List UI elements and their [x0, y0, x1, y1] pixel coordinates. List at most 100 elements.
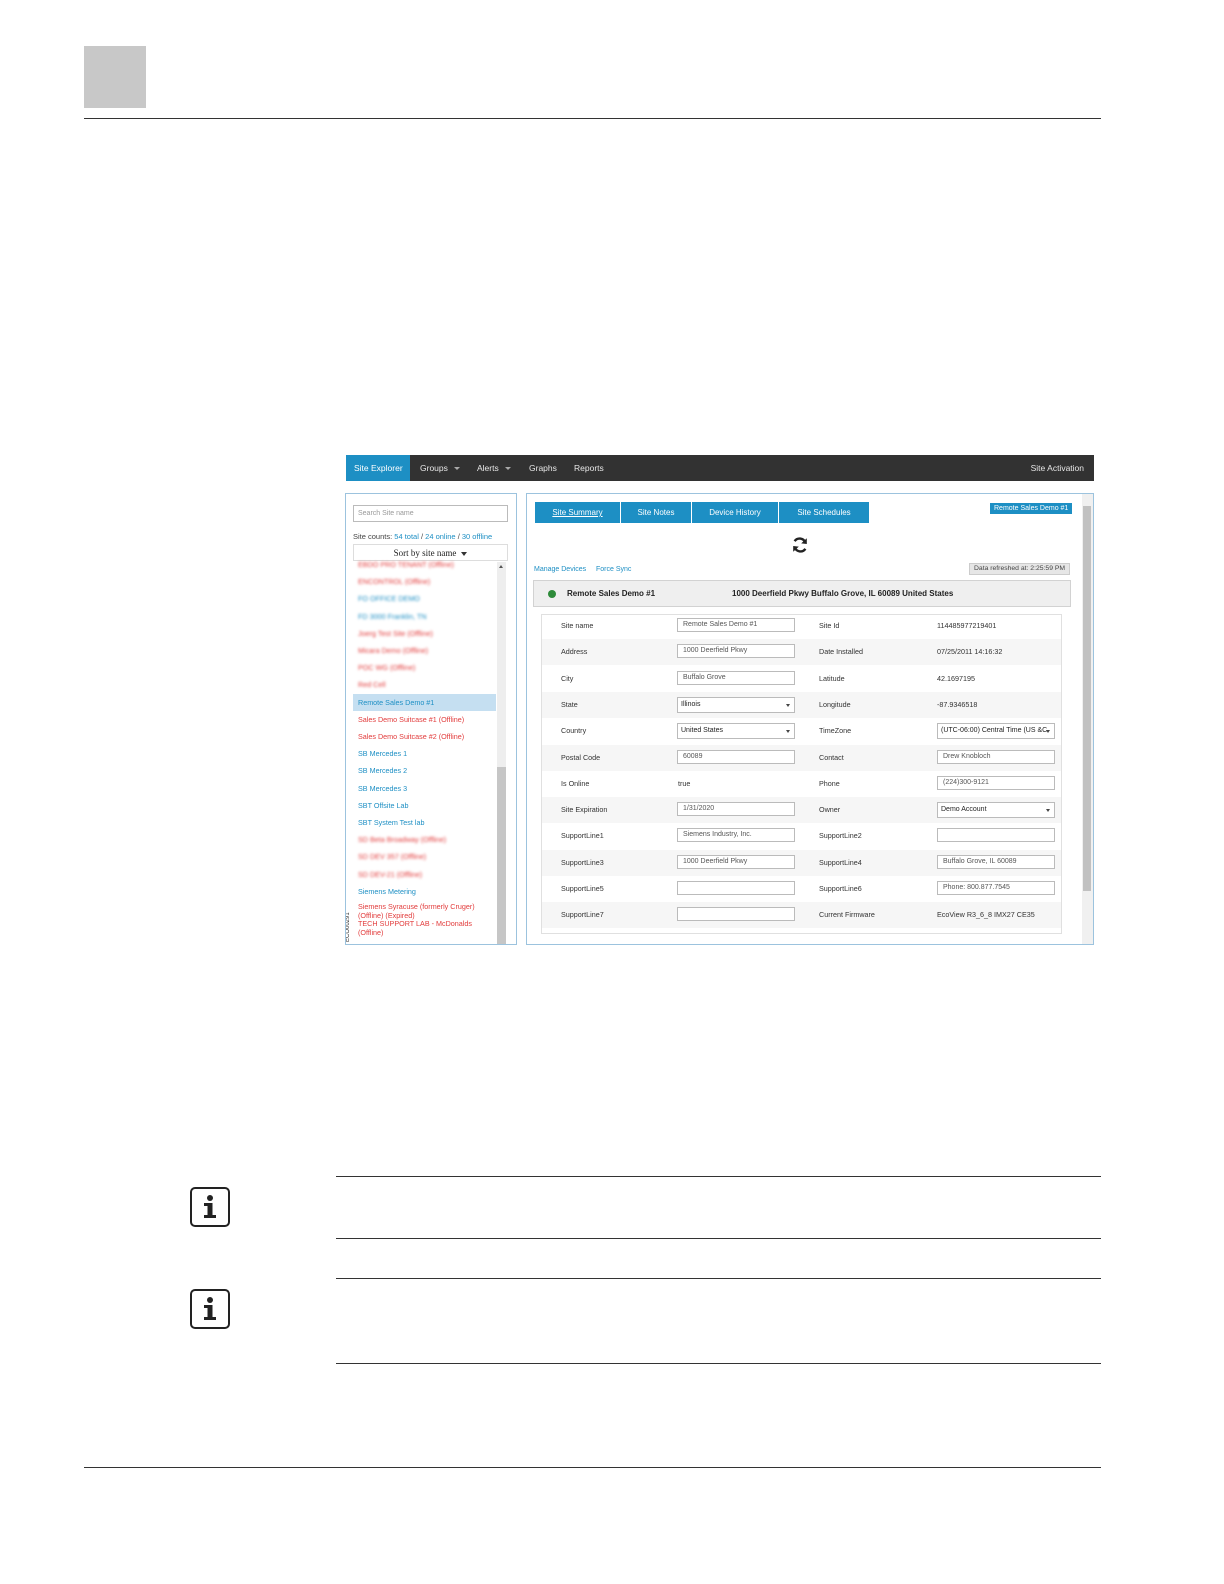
scroll-up-arrow-icon[interactable]	[499, 565, 503, 568]
field-input[interactable]: 1/31/2020	[677, 802, 795, 817]
tab-site-schedules[interactable]: Site Schedules	[779, 502, 869, 523]
field-input[interactable]	[677, 907, 795, 922]
site-counts-offline[interactable]: 30 offline	[462, 532, 492, 541]
field-label: Owner	[819, 805, 841, 815]
site-list-item-label: SD Beta Broadway (Offline)	[358, 835, 447, 845]
figure-id: ECO00291	[345, 912, 351, 942]
site-header-address: 1000 Deerfield Pkwy Buffalo Grove, IL 60…	[732, 589, 954, 598]
site-list-item[interactable]: Siemens Syracuse (formerly Cruger) (Offli…	[353, 900, 496, 920]
site-list-item[interactable]: SB Mercedes 1	[353, 745, 496, 762]
site-list-item[interactable]: Sales Demo Suitcase #1 (Offline)	[353, 711, 496, 728]
nav-site-activation[interactable]: Site Activation	[1031, 455, 1084, 481]
nav-graphs[interactable]: Graphs	[529, 455, 557, 481]
site-list-item[interactable]: EBDO PRO TENANT (Offline)	[353, 556, 496, 573]
online-status-icon	[548, 590, 556, 598]
nav-site-explorer[interactable]: Site Explorer	[346, 455, 410, 481]
field-input[interactable]: Buffalo Grove, IL 60089	[937, 854, 1055, 869]
manage-devices-link[interactable]: Manage Devices	[534, 566, 586, 573]
nav-label: Groups	[420, 463, 448, 473]
field-input[interactable]: Drew Knobloch	[937, 749, 1055, 764]
site-list-item[interactable]: Joerg Test Site (Offline)	[353, 625, 496, 642]
field-input[interactable]: 1000 Deerfield Pkwy	[677, 854, 795, 869]
field-label: SupportLine3	[561, 857, 604, 867]
site-list-item[interactable]: SD DEV-21 (Offline)	[353, 866, 496, 883]
detail-row: Is Online true Phone (224)300-9121	[542, 771, 1061, 797]
nav-reports[interactable]: Reports	[574, 455, 604, 481]
site-counts-total[interactable]: 54 total	[394, 532, 419, 541]
field-label: TimeZone	[819, 726, 852, 736]
field-label: City	[561, 673, 574, 683]
site-list-item[interactable]: SD DEV 357 (Offline)	[353, 848, 496, 865]
field-label: Contact	[819, 752, 844, 762]
site-counts-label: Site counts:	[353, 532, 395, 541]
site-list-item[interactable]: Sales Demo Suitcase #2 (Offline)	[353, 728, 496, 745]
field-input[interactable]: Siemens Industry, Inc.	[677, 828, 795, 843]
site-explorer-screenshot: Site Explorer Groups Alerts Graphs Repor…	[336, 455, 1096, 945]
site-list-item-label: ENCONTROL (Offline)	[358, 577, 431, 587]
site-list-item-label: SBT Offsite Lab	[358, 800, 409, 810]
field-input[interactable]: Buffalo Grove	[677, 670, 795, 685]
site-list-item[interactable]: Red Cell	[353, 676, 496, 693]
field-label: Site Expiration	[561, 805, 608, 815]
site-list-item[interactable]: SD Beta Broadway (Offline)	[353, 831, 496, 848]
field-input[interactable]: Remote Sales Demo #1	[677, 618, 795, 632]
field-input[interactable]: Phone: 800.877.7545	[937, 881, 1055, 895]
site-list-item-label: Red Cell	[358, 680, 386, 690]
site-list-item[interactable]: TECH SUPPORT LAB - McDonalds (Offline)	[353, 917, 496, 937]
field-input[interactable]: (224)300-9121	[937, 775, 1055, 790]
field-label: SupportLine4	[819, 857, 862, 867]
site-list-item[interactable]: FD 3000 Franklin, TN	[353, 608, 496, 625]
site-list-item-label: SB Mercedes 3	[358, 783, 408, 793]
field-label: Current Firmware	[819, 910, 875, 920]
site-list-item[interactable]: POC WG (Offline)	[353, 659, 496, 676]
site-list-item[interactable]: SB Mercedes 3	[353, 780, 496, 797]
field-input[interactable]	[677, 881, 795, 895]
field-label: Date Installed	[819, 647, 863, 657]
site-list-scrollbar[interactable]	[497, 562, 506, 944]
field-label: SupportLine2	[819, 831, 862, 841]
field-label: Phone	[819, 778, 840, 788]
detail-row: Address 1000 Deerfield Pkwy Date Installed…	[542, 639, 1061, 666]
field-label: Postal Code	[561, 752, 601, 762]
note-rule	[336, 1238, 1101, 1239]
detail-row: Country United States TimeZone (UTC-06:00) …	[542, 718, 1061, 744]
site-list-item[interactable]: SBT System Test lab	[353, 814, 496, 831]
data-refreshed-label: Data refreshed at: 2:25:59 PM	[969, 563, 1071, 575]
force-sync-link[interactable]: Force Sync	[596, 566, 631, 573]
field-label: Address	[561, 647, 588, 657]
field-label: Longitude	[819, 699, 851, 709]
field-label: Country	[561, 726, 587, 736]
site-list-item[interactable]: Remote Sales Demo #1	[353, 693, 496, 711]
field-label: Site name	[561, 621, 594, 630]
site-list-item[interactable]: SB Mercedes 2	[353, 762, 496, 779]
detail-panel-scrollbar[interactable]	[1082, 494, 1093, 944]
tab-site-summary[interactable]: Site Summary	[535, 502, 620, 523]
site-search-input[interactable]: Search Site name	[353, 505, 508, 522]
site-list-item-label: Sales Demo Suitcase #1 (Offline)	[358, 714, 465, 724]
field-input[interactable]: 1000 Deerfield Pkwy	[677, 644, 795, 659]
detail-row: State Illinois Longitude -87.9346518	[542, 691, 1061, 718]
tab-site-notes[interactable]: Site Notes	[621, 502, 691, 523]
scrollbar-thumb[interactable]	[497, 767, 506, 944]
site-list-item-label: SD DEV 357 (Offline)	[358, 852, 427, 862]
field-input[interactable]: 60089	[677, 749, 795, 764]
field-select[interactable]: (UTC-06:00) Central Time (US &C	[937, 723, 1055, 740]
site-counts-online[interactable]: 24 online	[425, 532, 455, 541]
field-select[interactable]: Illinois	[677, 696, 795, 713]
field-label: SupportLine6	[819, 884, 862, 893]
refresh-icon[interactable]	[791, 536, 809, 554]
field-input[interactable]	[937, 828, 1055, 843]
site-list-item[interactable]: SBT Offsite Lab	[353, 797, 496, 814]
nav-groups[interactable]: Groups	[420, 455, 460, 481]
field-select[interactable]: United States	[677, 723, 795, 740]
top-navigation-bar: Site Explorer Groups Alerts Graphs Repor…	[346, 455, 1094, 481]
site-list-item[interactable]: Siemens Metering	[353, 883, 496, 900]
scrollbar-thumb[interactable]	[1083, 506, 1091, 891]
nav-alerts[interactable]: Alerts	[477, 455, 511, 481]
field-label: State	[561, 699, 578, 709]
field-select[interactable]: Demo Account	[937, 802, 1055, 819]
site-list-item[interactable]: FO OFFICE DEMO	[353, 590, 496, 607]
tab-device-history[interactable]: Device History	[692, 502, 778, 523]
site-list-item[interactable]: Micara Demo (Offline)	[353, 642, 496, 659]
site-list-item[interactable]: ENCONTROL (Offline)	[353, 573, 496, 590]
